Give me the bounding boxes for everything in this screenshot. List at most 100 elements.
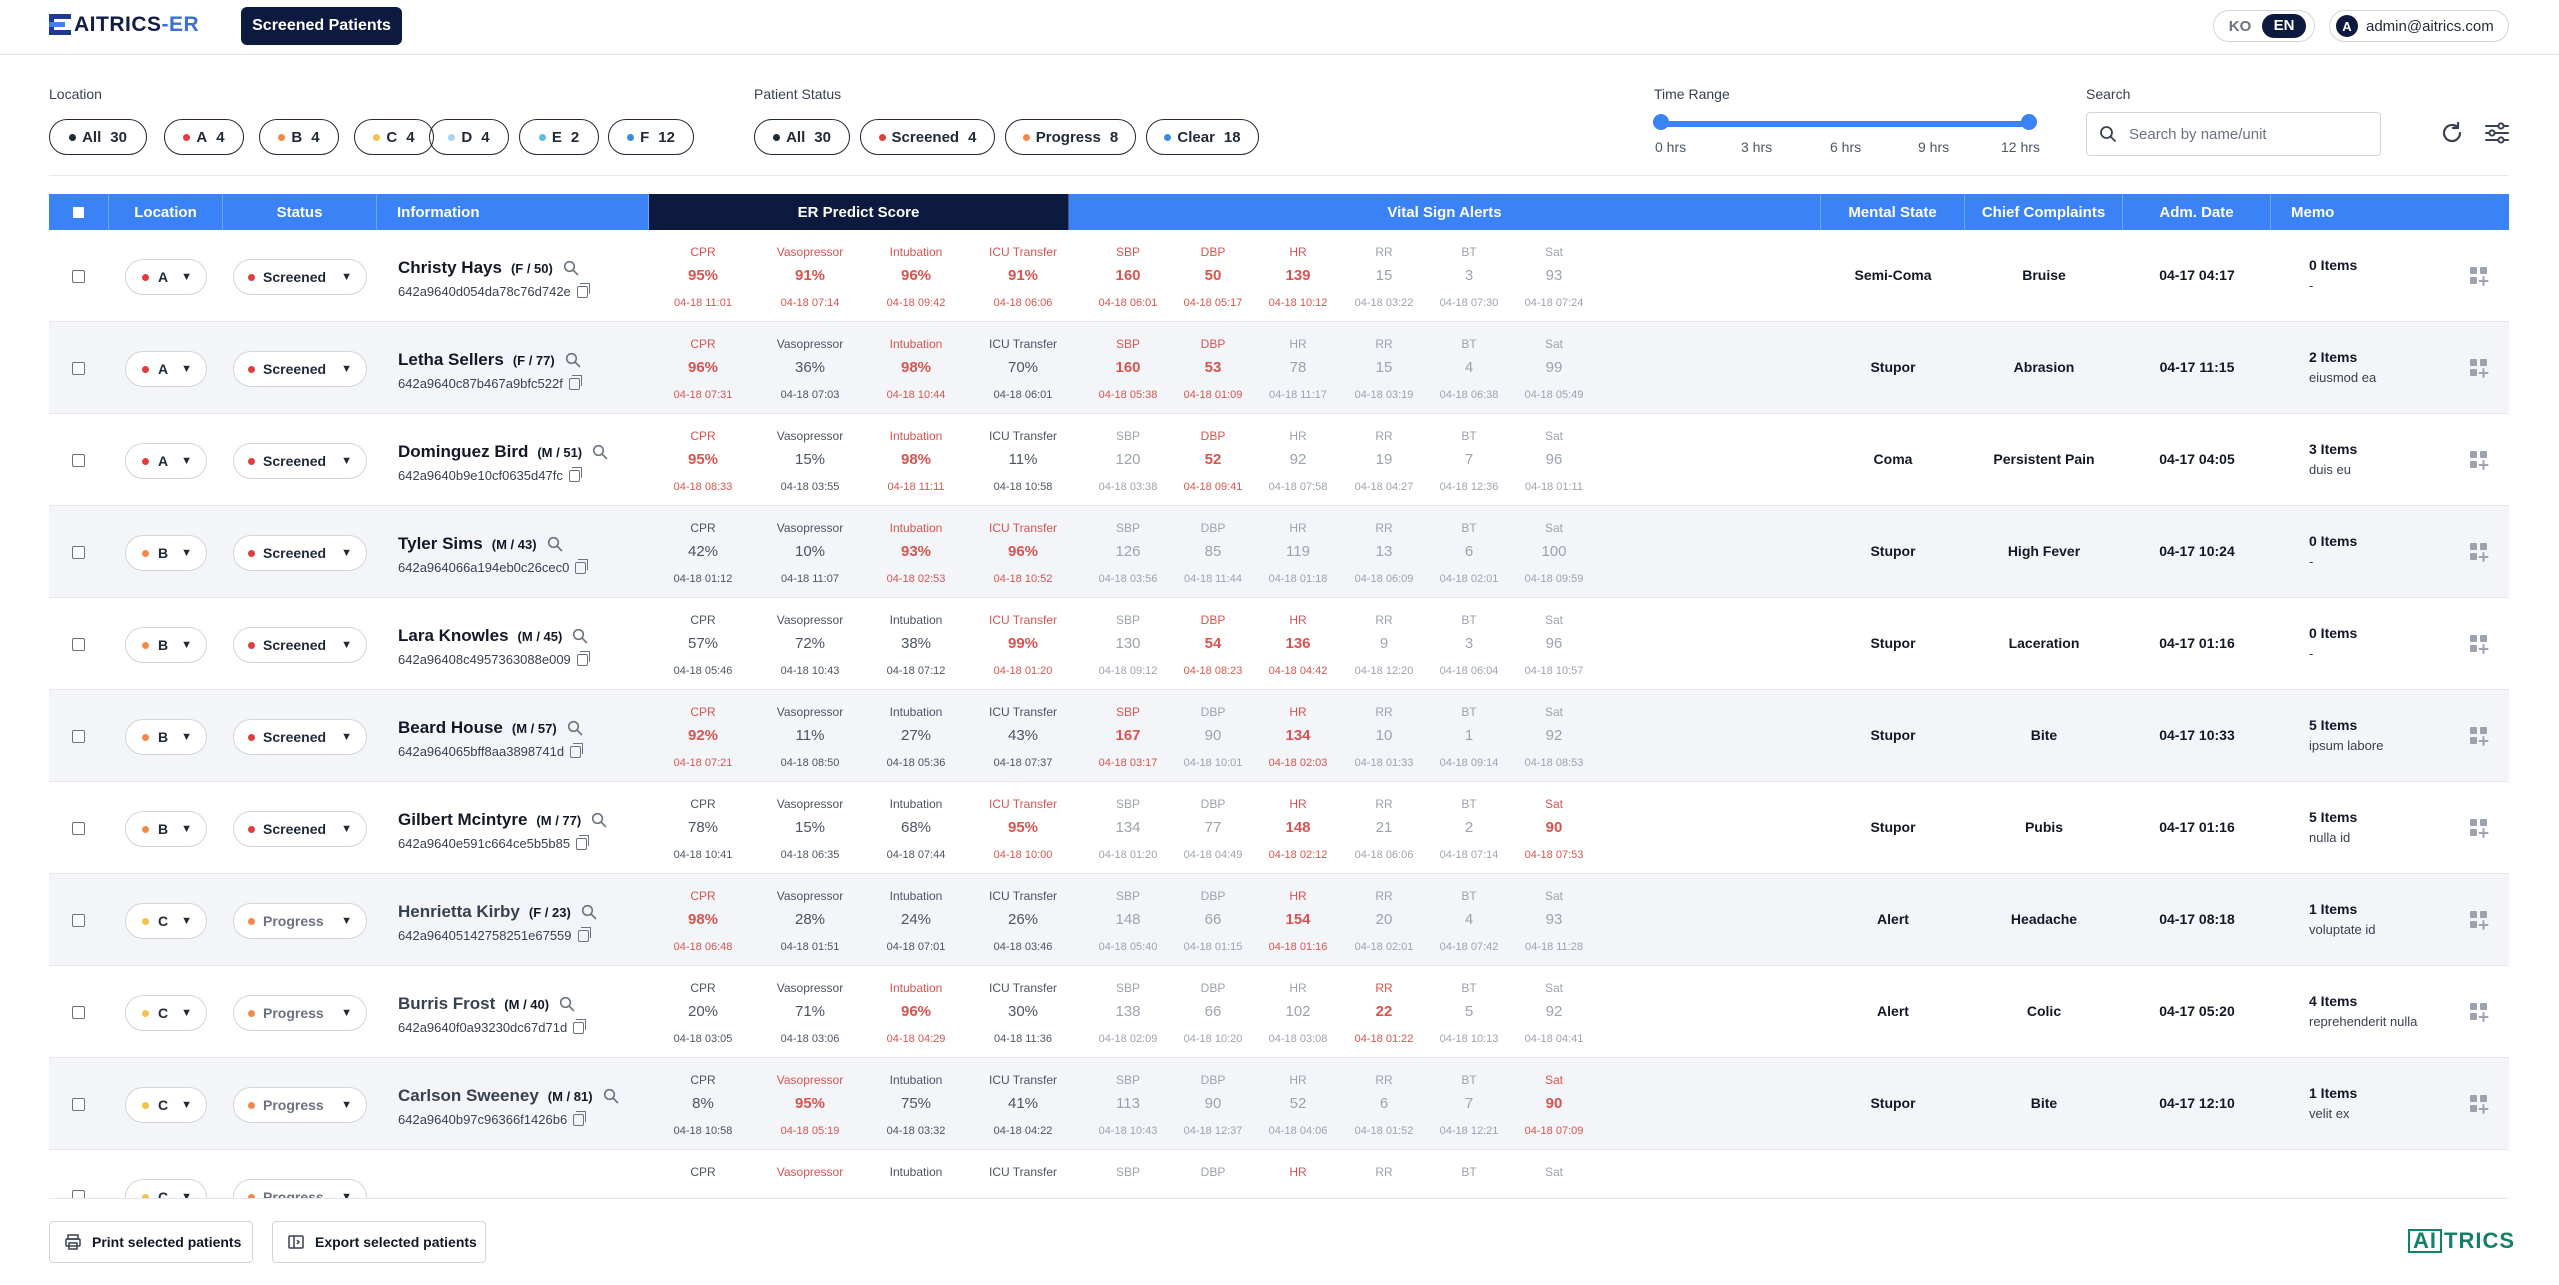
patient-name[interactable]: Dominguez Bird (M / 51)	[398, 442, 608, 462]
row-select-checkbox[interactable]	[72, 914, 85, 927]
time-range-max-handle[interactable]	[2021, 114, 2037, 130]
copy-icon[interactable]	[575, 558, 589, 574]
status-select[interactable]: Screened ▼	[233, 627, 367, 663]
patient-search-icon[interactable]	[581, 904, 597, 920]
copy-icon[interactable]	[568, 466, 582, 482]
row-select-checkbox[interactable]	[72, 546, 85, 559]
location-select[interactable]: B ▼	[125, 627, 207, 663]
patient-name[interactable]: Tyler Sims (M / 43)	[398, 534, 563, 554]
search-input[interactable]	[2129, 125, 2359, 143]
location-chip-f[interactable]: F 12	[608, 119, 694, 155]
time-range-min-handle[interactable]	[1653, 114, 1669, 130]
status-select[interactable]: Progress ▼	[233, 995, 367, 1031]
header-mental-state[interactable]: Mental State	[1821, 194, 1965, 230]
status-select[interactable]: Screened ▼	[233, 351, 367, 387]
row-select-checkbox[interactable]	[72, 454, 85, 467]
patient-name[interactable]: Beard House (M / 57)	[398, 718, 583, 738]
status-select[interactable]: Progress ▼	[233, 1087, 367, 1123]
patient-search-icon[interactable]	[592, 444, 608, 460]
user-menu[interactable]: A admin@aitrics.com	[2329, 10, 2509, 42]
copy-icon[interactable]	[573, 1110, 587, 1126]
copy-icon[interactable]	[576, 650, 590, 666]
table-row[interactable]: B ▼ Screened ▼ Lara Knowles (M / 45) 642a96408…	[49, 598, 2509, 690]
patient-search-icon[interactable]	[565, 352, 581, 368]
patient-name[interactable]: Letha Sellers (F / 77)	[398, 350, 581, 370]
header-location[interactable]: Location	[109, 194, 223, 230]
patient-name[interactable]: Carlson Sweeney (M / 81)	[398, 1086, 619, 1106]
table-row[interactable]: B ▼ Screened ▼ Gilbert Mcintyre (M / 77) 642a9…	[49, 782, 2509, 874]
location-select[interactable]: C ▼	[125, 903, 207, 939]
row-select-checkbox[interactable]	[72, 362, 85, 375]
copy-icon[interactable]	[576, 834, 590, 850]
status-select[interactable]: Screened ▼	[233, 443, 367, 479]
app-logo[interactable]: AITRICS-ER	[49, 12, 199, 38]
table-row[interactable]: C ▼ Progress ▼ Henrietta Kirby (F / 23) 642a96…	[49, 874, 2509, 966]
copy-icon[interactable]	[577, 926, 591, 942]
patient-name[interactable]: Christy Hays (F / 50)	[398, 258, 579, 278]
memo-add-icon[interactable]	[2469, 726, 2489, 746]
copy-icon[interactable]	[570, 742, 584, 758]
select-all-checkbox[interactable]	[73, 206, 84, 218]
time-range-slider[interactable]	[1661, 121, 2029, 127]
table-row[interactable]: B ▼ Screened ▼ Beard House (M / 57) 642a964065…	[49, 690, 2509, 782]
patient-search-icon[interactable]	[603, 1088, 619, 1104]
location-select[interactable]: C ▼	[125, 995, 207, 1031]
status-select[interactable]: Progress ▼	[233, 1179, 367, 1198]
patient-search-icon[interactable]	[572, 628, 588, 644]
location-chip-b[interactable]: B4	[259, 119, 339, 155]
row-select-checkbox[interactable]	[72, 270, 85, 283]
location-chip-c[interactable]: C4	[354, 119, 434, 155]
location-chip-e[interactable]: E2	[519, 119, 599, 155]
filter-settings-icon[interactable]	[2482, 118, 2512, 148]
row-select-checkbox[interactable]	[72, 1006, 85, 1019]
copy-icon[interactable]	[568, 374, 582, 390]
refresh-icon[interactable]	[2437, 118, 2467, 148]
copy-icon[interactable]	[576, 282, 590, 298]
status-select[interactable]: Screened ▼	[233, 259, 367, 295]
status-select[interactable]: Screened ▼	[233, 811, 367, 847]
patient-search-icon[interactable]	[563, 260, 579, 276]
location-select[interactable]: C ▼	[125, 1087, 207, 1123]
status-chip-screened[interactable]: Screened 4	[860, 119, 995, 155]
row-select-checkbox[interactable]	[72, 1190, 85, 1198]
lang-ko-option[interactable]: KO	[2218, 18, 2262, 35]
row-select-checkbox[interactable]	[72, 730, 85, 743]
patient-name[interactable]: Burris Frost (M / 40)	[398, 994, 575, 1014]
location-select[interactable]: B ▼	[125, 811, 207, 847]
print-selected-button[interactable]: Print selected patients	[49, 1221, 253, 1263]
memo-add-icon[interactable]	[2469, 1094, 2489, 1114]
table-row[interactable]: C ▼ Progress ▼ Burris Frost (M / 40) 642a9640f…	[49, 966, 2509, 1058]
header-adm-date[interactable]: Adm. Date	[2123, 194, 2271, 230]
location-select[interactable]: B ▼	[125, 535, 207, 571]
status-chip-all[interactable]: All 30	[754, 119, 850, 155]
memo-add-icon[interactable]	[2469, 634, 2489, 654]
row-select-checkbox[interactable]	[72, 1098, 85, 1111]
patient-search-icon[interactable]	[559, 996, 575, 1012]
header-chief-complaints[interactable]: Chief Complaints	[1965, 194, 2123, 230]
status-select[interactable]: Screened ▼	[233, 719, 367, 755]
lang-en-option[interactable]: EN	[2262, 14, 2306, 38]
location-select[interactable]: A ▼	[125, 351, 207, 387]
location-chip-all[interactable]: All 30	[49, 119, 147, 155]
status-select[interactable]: Screened ▼	[233, 535, 367, 571]
patient-name[interactable]: Henrietta Kirby (F / 23)	[398, 902, 597, 922]
patient-search-icon[interactable]	[591, 812, 607, 828]
header-status[interactable]: Status	[223, 194, 377, 230]
location-select[interactable]: A ▼	[125, 443, 207, 479]
status-select[interactable]: Progress ▼	[233, 903, 367, 939]
memo-add-icon[interactable]	[2469, 1002, 2489, 1022]
status-chip-clear[interactable]: Clear 18	[1146, 119, 1259, 155]
patient-name[interactable]: Gilbert Mcintyre (M / 77)	[398, 810, 607, 830]
memo-add-icon[interactable]	[2469, 818, 2489, 838]
memo-add-icon[interactable]	[2469, 358, 2489, 378]
memo-add-icon[interactable]	[2469, 910, 2489, 930]
location-select[interactable]: B ▼	[125, 719, 207, 755]
export-selected-button[interactable]: Export selected patients	[272, 1221, 486, 1263]
location-chip-d[interactable]: D4	[429, 119, 509, 155]
table-row[interactable]: B ▼ Screened ▼ Tyler Sims (M / 43) 642a964066a…	[49, 506, 2509, 598]
table-row[interactable]: A ▼ Screened ▼ Letha Sellers (F / 77) 642a9640…	[49, 322, 2509, 414]
memo-add-icon[interactable]	[2469, 450, 2489, 470]
location-select[interactable]: C ▼	[125, 1179, 207, 1198]
status-chip-progress[interactable]: Progress 8	[1005, 119, 1136, 155]
patient-search-icon[interactable]	[547, 536, 563, 552]
